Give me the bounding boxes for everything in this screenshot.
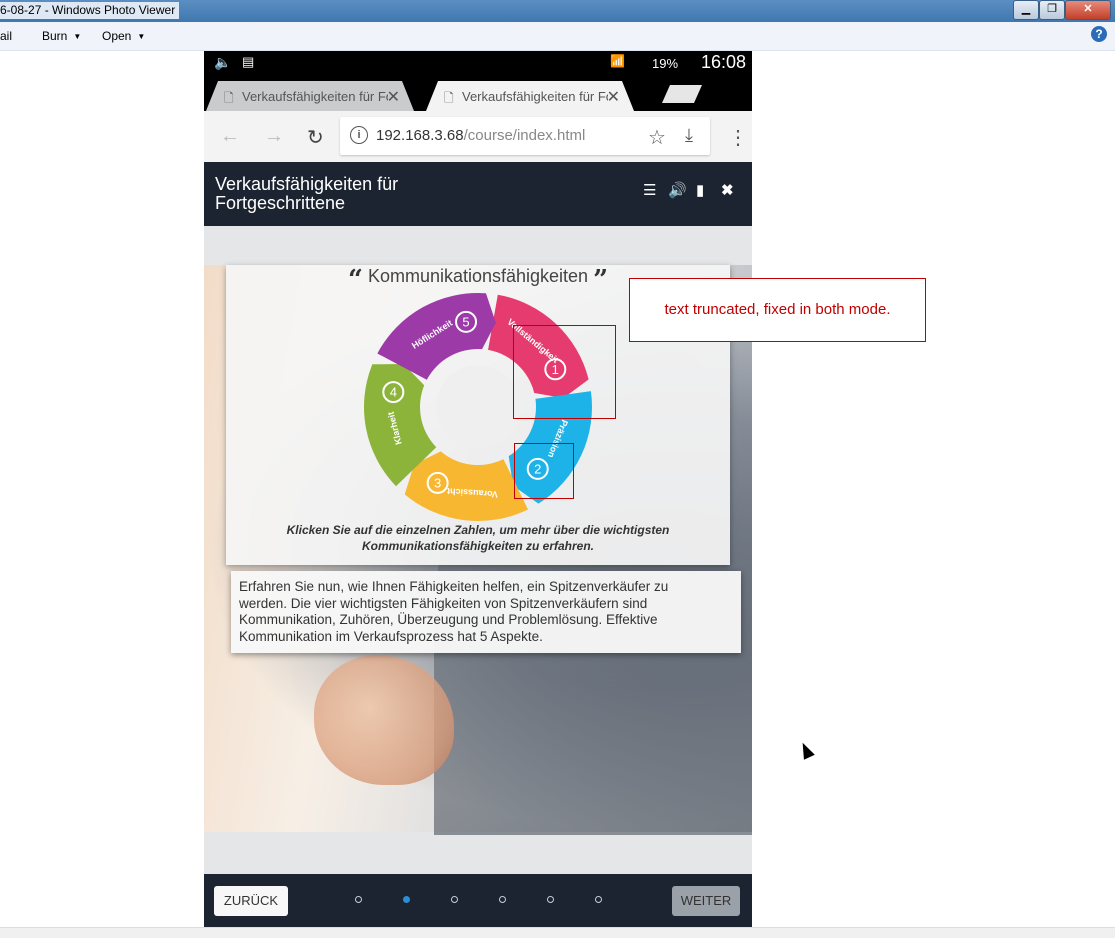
tab-label: Verkaufsfähigkeiten für Fortgeschrittene bbox=[242, 89, 388, 104]
page-dot-4[interactable] bbox=[499, 896, 506, 903]
page-dot-2[interactable] bbox=[403, 896, 410, 903]
download-icon[interactable]: ⤓ bbox=[685, 125, 693, 146]
url-path: /course/index.html bbox=[463, 127, 586, 144]
list-menu-icon[interactable]: ☰ bbox=[643, 181, 656, 199]
menu-item-burn[interactable]: Burn ▼ bbox=[42, 29, 81, 43]
wifi-signal-icon: 📶 bbox=[610, 54, 625, 68]
volume-icon: 🔈 bbox=[214, 54, 232, 70]
dropdown-arrow-icon: ▼ bbox=[73, 32, 82, 41]
new-tab-button[interactable] bbox=[662, 85, 702, 103]
card-title-text: Kommunikationsfähigkeiten bbox=[367, 266, 589, 286]
page-icon: 🗋 bbox=[224, 91, 234, 105]
course-title: Verkaufsfähigkeiten für Fortgeschrittene bbox=[215, 174, 399, 213]
page-dot-3[interactable] bbox=[451, 896, 458, 903]
help-icon[interactable]: ? bbox=[1091, 26, 1107, 42]
forward-arrow-icon[interactable]: → bbox=[264, 125, 284, 148]
back-button[interactable]: ZURÜCK bbox=[214, 886, 288, 916]
no-sim-icon: ▤ bbox=[242, 54, 255, 69]
menu-kebab-icon[interactable]: ⋮ bbox=[728, 125, 748, 150]
highlight-box bbox=[513, 325, 616, 419]
course-header: Verkaufsfähigkeiten für Fortgeschrittene… bbox=[204, 162, 752, 226]
minimize-button[interactable]: ▁ bbox=[1013, 0, 1039, 20]
back-arrow-icon[interactable]: ← bbox=[220, 125, 240, 148]
mouse-cursor bbox=[797, 740, 815, 760]
highlight-box bbox=[514, 443, 574, 499]
url-text: 192.168.3.68/course/index.html bbox=[376, 127, 585, 144]
menu-item-email[interactable]: ail bbox=[0, 29, 12, 43]
tab-label: Verkaufsfähigkeiten für Fortgeschrittene bbox=[462, 89, 608, 104]
menu-open-label: Open bbox=[102, 29, 132, 43]
review-annotation: text truncated, fixed in both mode. bbox=[629, 278, 926, 342]
segment-number[interactable]: 3 bbox=[434, 475, 441, 490]
page-dot-5[interactable] bbox=[547, 896, 554, 903]
dropdown-arrow-icon: ▼ bbox=[137, 32, 146, 41]
android-status-bar: 🔈 ▤ 📶 19% 16:08 bbox=[204, 51, 752, 75]
window-title: 6-08-27 - Windows Photo Viewer bbox=[0, 2, 180, 19]
segment-number[interactable]: 5 bbox=[462, 314, 469, 329]
page-dot-6[interactable] bbox=[595, 896, 602, 903]
card-caption: Klicken Sie auf die einzelnen Zahlen, um… bbox=[286, 523, 670, 553]
body-text: Erfahren Sie nun, wie Ihnen Fähigkeiten … bbox=[239, 579, 669, 644]
page-icon: 🗋 bbox=[444, 91, 454, 105]
wheel-segment-3[interactable] bbox=[404, 451, 528, 521]
menu-item-open[interactable]: Open ▼ bbox=[102, 29, 145, 43]
clock: 16:08 bbox=[700, 52, 746, 72]
info-icon[interactable]: i bbox=[350, 126, 368, 144]
next-button[interactable]: WEITER bbox=[672, 886, 740, 916]
browser-tab-strip: 🗋 Verkaufsfähigkeiten für Fortgeschritte… bbox=[204, 75, 752, 111]
reload-icon[interactable]: ↻ bbox=[307, 125, 324, 150]
info-text-card: Erfahren Sie nun, wie Ihnen Fähigkeiten … bbox=[231, 571, 741, 653]
resources-icon[interactable]: ▮ bbox=[696, 181, 704, 199]
viewer-bottom-bar bbox=[0, 927, 1115, 938]
course-footer: ZURÜCK WEITER bbox=[204, 874, 752, 927]
browser-tab[interactable]: 🗋 Verkaufsfähigkeiten für Fortgeschritte… bbox=[206, 81, 414, 111]
close-tab-icon[interactable]: ✕ bbox=[387, 87, 400, 107]
segment-number[interactable]: 4 bbox=[390, 385, 397, 400]
page-dot-1[interactable] bbox=[355, 896, 362, 903]
audio-icon[interactable]: 🔊 bbox=[668, 181, 687, 199]
window-titlebar: 6-08-27 - Windows Photo Viewer ▁ ❐ ✕ bbox=[0, 0, 1115, 22]
menu-bar: ail Burn ▼ Open ▼ ? bbox=[0, 22, 1115, 51]
menu-burn-label: Burn bbox=[42, 29, 68, 43]
close-button[interactable]: ✕ bbox=[1065, 0, 1111, 20]
star-icon[interactable]: ☆ bbox=[648, 125, 666, 150]
close-tab-icon[interactable]: ✕ bbox=[607, 87, 620, 107]
url-host: 192.168.3.68 bbox=[376, 127, 464, 144]
close-course-icon[interactable]: ✖ bbox=[721, 181, 734, 199]
annotation-text: text truncated, fixed in both mode. bbox=[664, 301, 891, 318]
phone-screen: 🔈 ▤ 📶 19% 16:08 🗋 Verkaufsfähigkeiten fü… bbox=[204, 51, 752, 927]
browser-tab-active[interactable]: 🗋 Verkaufsfähigkeiten für Fortgeschritte… bbox=[426, 81, 634, 111]
browser-toolbar: ← → ↻ i 192.168.3.68/course/index.html ☆… bbox=[204, 111, 752, 162]
maximize-button[interactable]: ❐ bbox=[1039, 0, 1065, 20]
battery-level: 19% bbox=[652, 56, 679, 71]
